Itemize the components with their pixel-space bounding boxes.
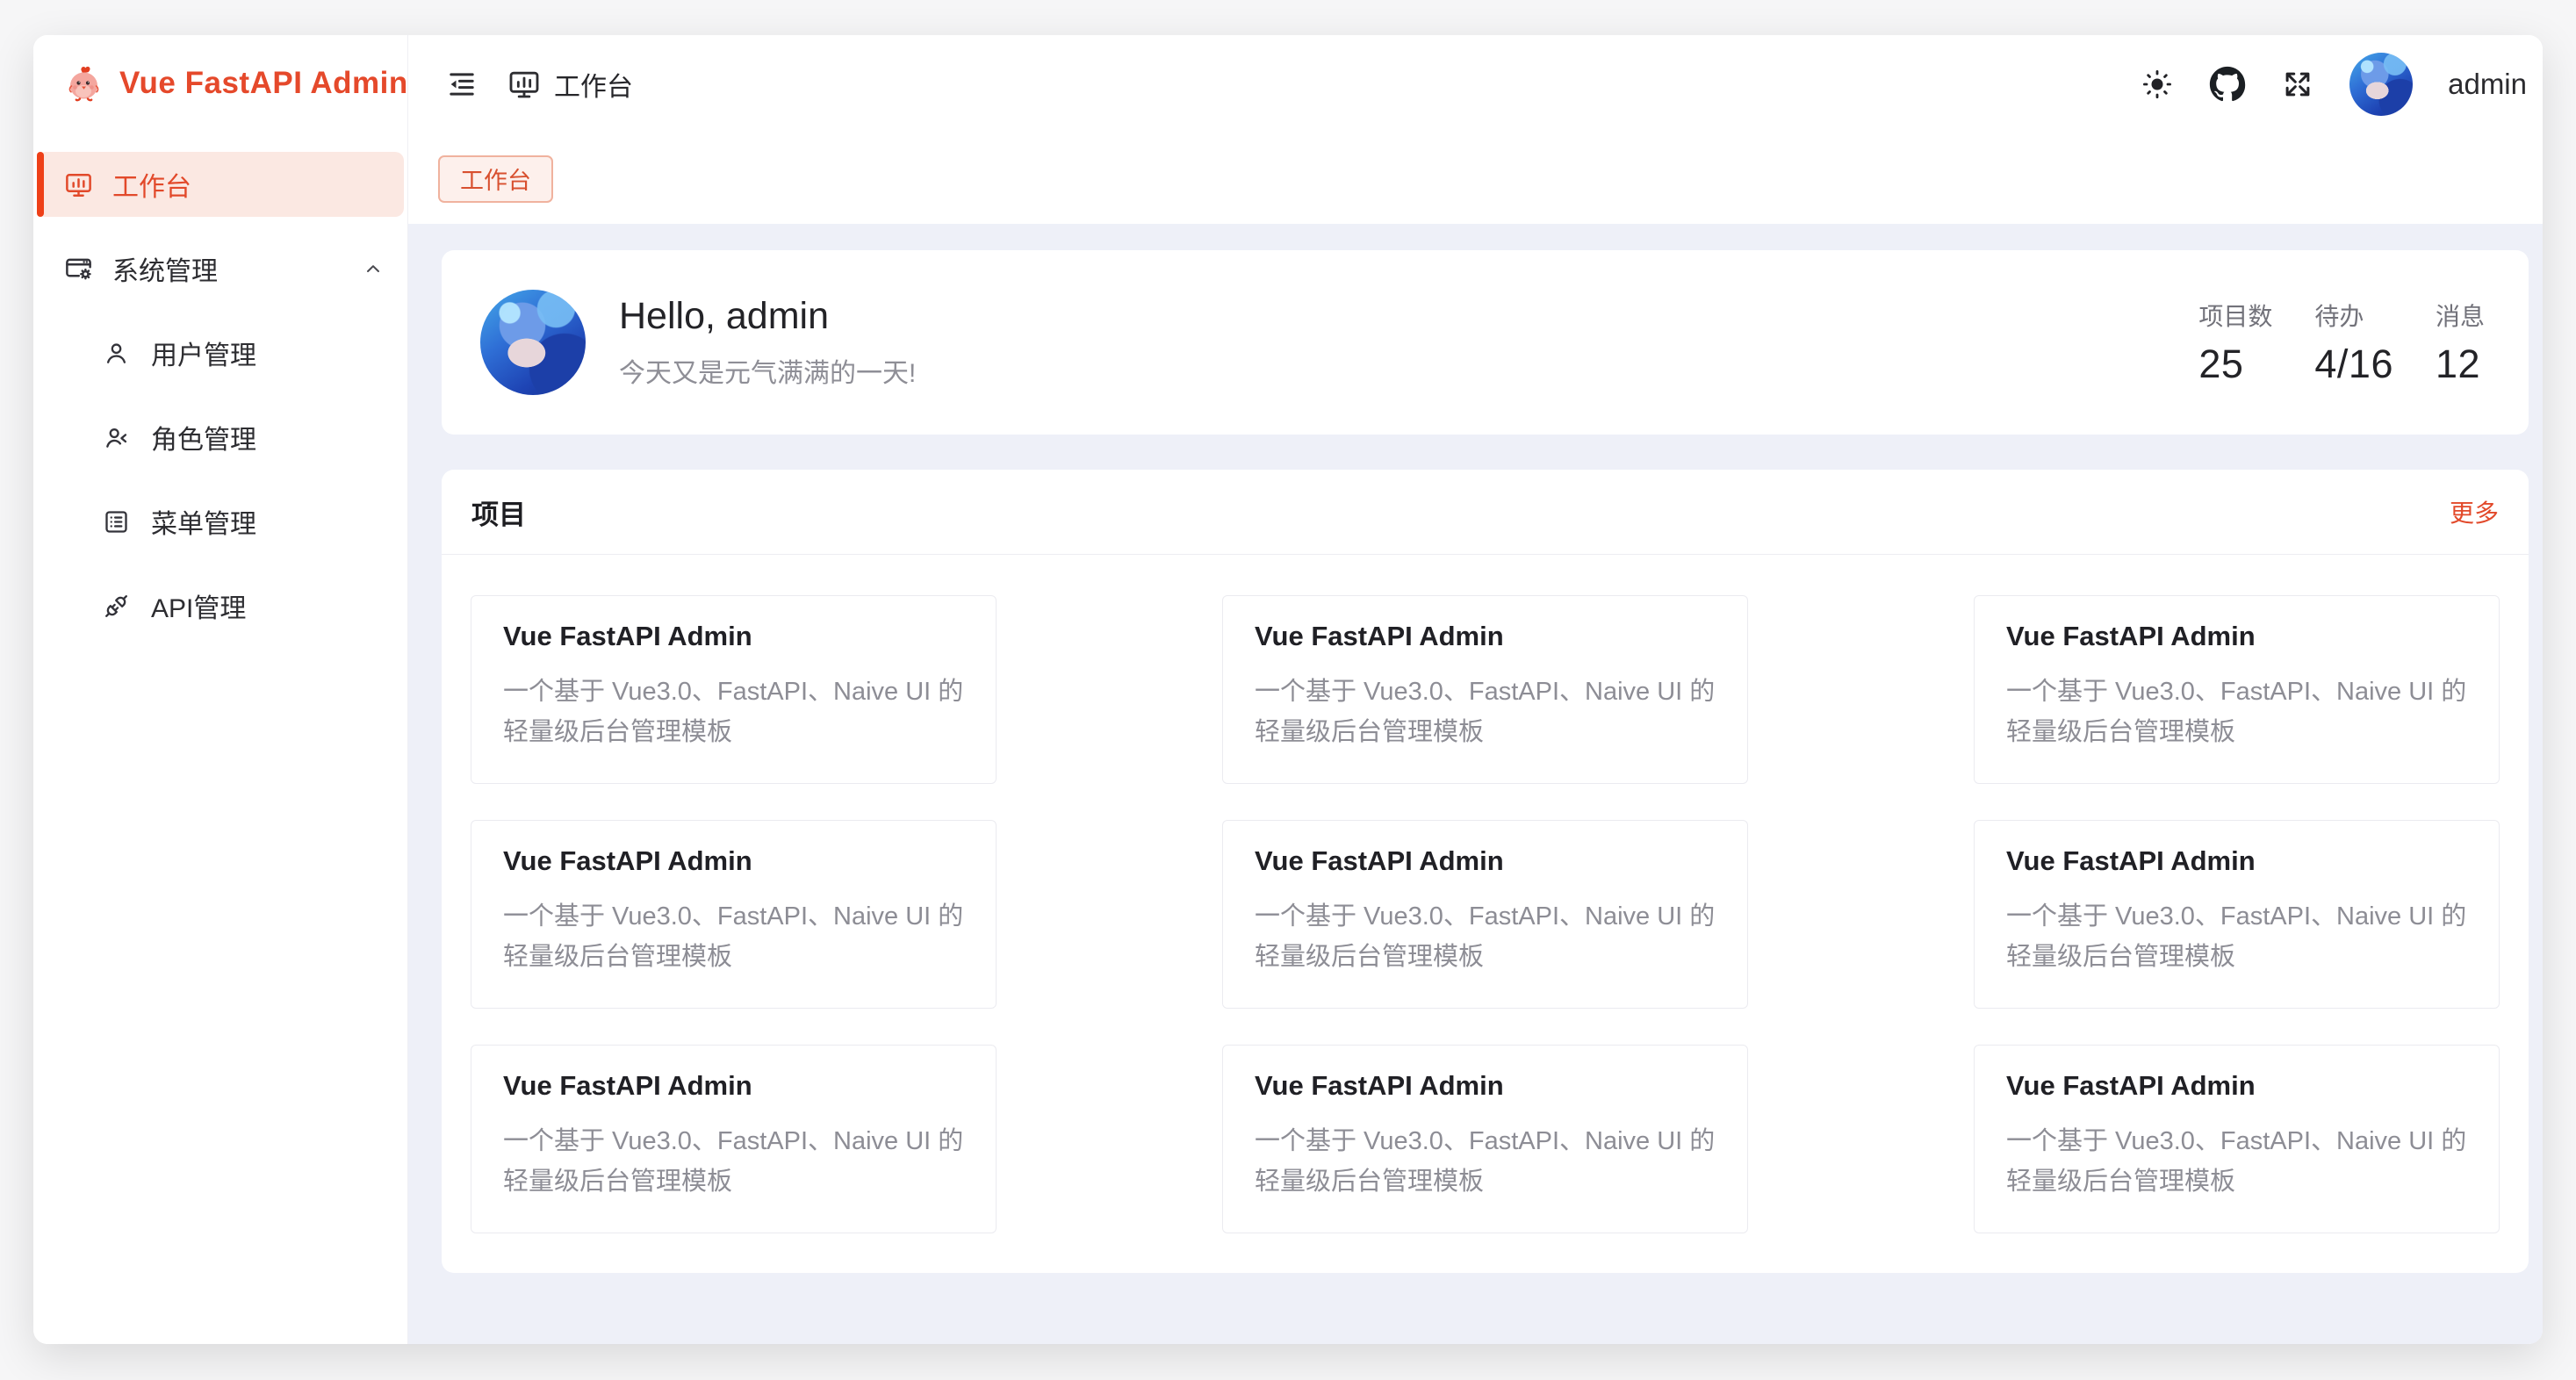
sidebar-menu: 工作台 系统管理: [33, 152, 407, 658]
welcome-card: Hello, admin 今天又是元气满满的一天! 项目数 25 待办 4/16…: [442, 250, 2529, 435]
main-area: 工作台: [408, 35, 2543, 1344]
sidebar-item-roles[interactable]: 角色管理: [37, 405, 404, 470]
app-title: Vue FastAPI Admin: [119, 66, 408, 101]
stats: 项目数 25 待办 4/16 消息 12: [2198, 298, 2485, 387]
project-card[interactable]: Vue FastAPI Admin 一个基于 Vue3.0、FastAPI、Na…: [471, 1045, 997, 1233]
project-title: Vue FastAPI Admin: [2006, 845, 2467, 877]
workbench-icon: [63, 169, 94, 200]
logo[interactable]: Vue FastAPI Admin: [33, 35, 407, 104]
sidebar-item-label: 角色管理: [151, 418, 256, 456]
sidebar-item-label: API管理: [151, 586, 246, 625]
project-description: 一个基于 Vue3.0、FastAPI、Naive UI 的轻量级后台管理模板: [1255, 672, 1716, 752]
project-description: 一个基于 Vue3.0、FastAPI、Naive UI 的轻量级后台管理模板: [503, 896, 964, 977]
active-indicator-bar: [37, 152, 44, 217]
stat-value: 12: [2436, 341, 2485, 387]
chevron-up-icon[interactable]: [362, 257, 385, 280]
sidebar-item-api[interactable]: API管理: [37, 573, 404, 638]
project-title: Vue FastAPI Admin: [503, 1070, 964, 1102]
page-title: 工作台: [554, 65, 633, 104]
project-description: 一个基于 Vue3.0、FastAPI、Naive UI 的轻量级后台管理模板: [2006, 1121, 2467, 1202]
role-icon: [102, 423, 131, 452]
workbench-icon: [507, 67, 542, 102]
project-description: 一个基于 Vue3.0、FastAPI、Naive UI 的轻量级后台管理模板: [2006, 672, 2467, 752]
projects-title: 项目: [471, 492, 526, 532]
project-description: 一个基于 Vue3.0、FastAPI、Naive UI 的轻量级后台管理模板: [2006, 896, 2467, 977]
system-settings-icon: [63, 254, 94, 284]
project-title: Vue FastAPI Admin: [2006, 1070, 2467, 1102]
stat-value: 25: [2198, 341, 2272, 387]
projects-grid: Vue FastAPI Admin 一个基于 Vue3.0、FastAPI、Na…: [442, 555, 2529, 1269]
route-tag-workbench[interactable]: 工作台: [438, 155, 553, 203]
project-title: Vue FastAPI Admin: [503, 621, 964, 652]
username[interactable]: admin: [2448, 68, 2527, 101]
stat-label: 待办: [2314, 298, 2393, 333]
greeting: Hello, admin: [619, 295, 916, 338]
project-title: Vue FastAPI Admin: [1255, 621, 1716, 652]
chick-logo-icon: [63, 62, 105, 104]
topbar: 工作台: [408, 35, 2543, 133]
sidebar-item-label: 系统管理: [112, 249, 218, 288]
profile-avatar: [480, 290, 586, 395]
stat-value: 4/16: [2314, 341, 2393, 387]
project-card[interactable]: Vue FastAPI Admin 一个基于 Vue3.0、FastAPI、Na…: [471, 820, 997, 1009]
project-description: 一个基于 Vue3.0、FastAPI、Naive UI 的轻量级后台管理模板: [1255, 896, 1716, 977]
content: Hello, admin 今天又是元气满满的一天! 项目数 25 待办 4/16…: [408, 224, 2543, 1344]
project-description: 一个基于 Vue3.0、FastAPI、Naive UI 的轻量级后台管理模板: [503, 672, 964, 752]
project-card[interactable]: Vue FastAPI Admin 一个基于 Vue3.0、FastAPI、Na…: [1222, 820, 1748, 1009]
stat-label: 项目数: [2198, 298, 2272, 333]
topbar-actions: admin: [2141, 53, 2527, 116]
stat-todo: 待办 4/16: [2314, 298, 2393, 387]
projects-header: 项目 更多: [442, 470, 2529, 555]
project-title: Vue FastAPI Admin: [2006, 621, 2467, 652]
project-title: Vue FastAPI Admin: [1255, 845, 1716, 877]
api-plug-icon: [102, 592, 131, 621]
tag-bar: 工作台: [408, 133, 2543, 224]
project-card[interactable]: Vue FastAPI Admin 一个基于 Vue3.0、FastAPI、Na…: [1222, 1045, 1748, 1233]
stat-projects: 项目数 25: [2198, 298, 2272, 387]
stat-messages: 消息 12: [2436, 298, 2485, 387]
menu-list-icon: [102, 507, 131, 536]
projects-card: 项目 更多 Vue FastAPI Admin 一个基于 Vue3.0、Fast…: [442, 470, 2529, 1273]
github-icon[interactable]: [2209, 66, 2246, 103]
welcome-text: Hello, admin 今天又是元气满满的一天!: [619, 295, 916, 390]
menu-fold-icon[interactable]: [445, 68, 479, 101]
app-window: Vue FastAPI Admin 工作台: [33, 35, 2543, 1344]
stat-label: 消息: [2436, 298, 2485, 333]
sidebar-item-users[interactable]: 用户管理: [37, 320, 404, 385]
project-title: Vue FastAPI Admin: [503, 845, 964, 877]
sidebar-item-workbench[interactable]: 工作台: [37, 152, 404, 217]
greeting-message: 今天又是元气满满的一天!: [619, 351, 916, 390]
project-card[interactable]: Vue FastAPI Admin 一个基于 Vue3.0、FastAPI、Na…: [1974, 595, 2500, 784]
user-avatar[interactable]: [2349, 53, 2413, 116]
breadcrumb: 工作台: [507, 65, 633, 104]
sidebar-item-label: 用户管理: [151, 334, 256, 372]
sidebar-item-label: 菜单管理: [151, 502, 256, 541]
project-description: 一个基于 Vue3.0、FastAPI、Naive UI 的轻量级后台管理模板: [1255, 1121, 1716, 1202]
project-card[interactable]: Vue FastAPI Admin 一个基于 Vue3.0、FastAPI、Na…: [471, 595, 997, 784]
project-title: Vue FastAPI Admin: [1255, 1070, 1716, 1102]
project-card[interactable]: Vue FastAPI Admin 一个基于 Vue3.0、FastAPI、Na…: [1974, 1045, 2500, 1233]
sidebar-item-system[interactable]: 系统管理: [37, 236, 404, 301]
sidebar-item-menus[interactable]: 菜单管理: [37, 489, 404, 554]
sidebar: Vue FastAPI Admin 工作台: [33, 35, 408, 1344]
more-link[interactable]: 更多: [2450, 494, 2499, 529]
project-card[interactable]: Vue FastAPI Admin 一个基于 Vue3.0、FastAPI、Na…: [1974, 820, 2500, 1009]
fullscreen-icon[interactable]: [2281, 68, 2314, 101]
theme-sun-icon[interactable]: [2141, 68, 2174, 101]
sidebar-item-label: 工作台: [112, 165, 191, 204]
project-card[interactable]: Vue FastAPI Admin 一个基于 Vue3.0、FastAPI、Na…: [1222, 595, 1748, 784]
project-description: 一个基于 Vue3.0、FastAPI、Naive UI 的轻量级后台管理模板: [503, 1121, 964, 1202]
user-icon: [102, 339, 131, 368]
